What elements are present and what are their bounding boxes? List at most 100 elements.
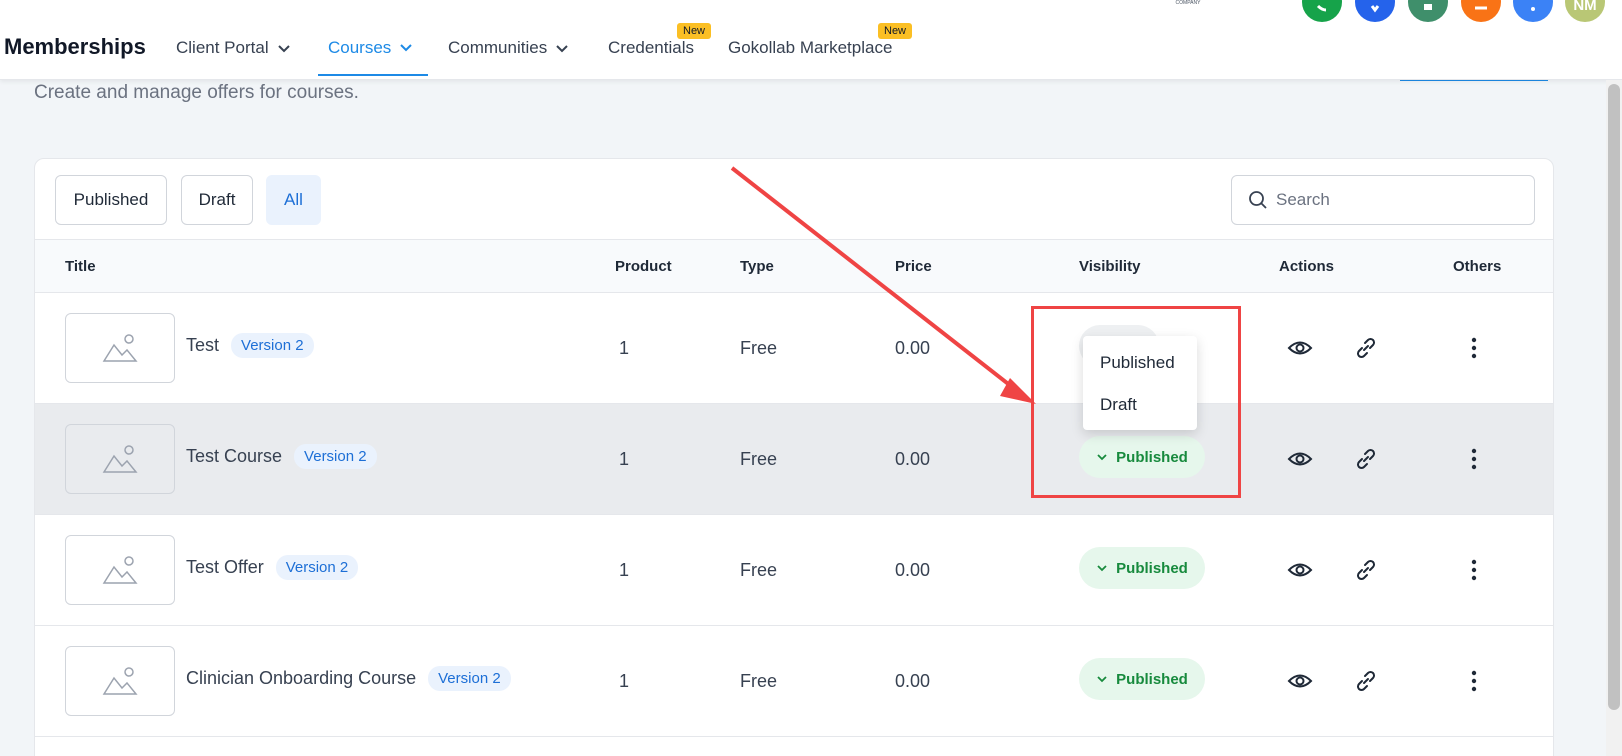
course-title[interactable]: Clinician Onboarding Course: [186, 668, 416, 689]
course-price: 0.00: [895, 560, 931, 580]
visibility-status-label: Published: [1116, 559, 1188, 577]
course-type: Free: [740, 338, 778, 358]
nav-client-portal-label: Client Portal: [176, 38, 269, 57]
table-header: Title Product Type Price Visibility Acti…: [35, 239, 1553, 293]
version-badge: Version 2: [294, 444, 377, 469]
column-actions: Actions: [1279, 258, 1335, 275]
course-thumbnail: [65, 424, 175, 494]
image-placeholder-icon: [102, 445, 138, 473]
page-brand-title: Memberships: [4, 34, 146, 59]
product-count: 1: [619, 449, 630, 469]
version-badge: Version 2: [231, 333, 314, 358]
image-placeholder-icon: [102, 556, 138, 584]
table-row[interactable]: Test Offer Version 2 1 Free 0.00 Publish…: [35, 515, 1553, 626]
more-options-icon[interactable]: [1461, 446, 1487, 472]
dropdown-option-published[interactable]: Published: [1083, 342, 1197, 384]
nav-gokollab-marketplace[interactable]: Gokollab Marketplace: [728, 38, 892, 58]
page-subtitle: Create and manage offers for courses.: [34, 82, 359, 103]
image-placeholder-icon: [102, 667, 138, 695]
table-row[interactable]: Clinician Onboarding Course Version 2 1 …: [35, 626, 1553, 737]
course-price: 0.00: [895, 449, 931, 469]
course-title-cell: Test Version 2: [186, 333, 314, 358]
megaphone-icon[interactable]: [1408, 0, 1448, 22]
column-price: Price: [895, 258, 932, 275]
chevron-down-icon: [1097, 565, 1107, 572]
course-type: Free: [740, 671, 778, 691]
filter-all-button[interactable]: All: [266, 175, 321, 225]
column-title: Title: [65, 258, 96, 275]
version-badge: Version 2: [428, 666, 511, 691]
course-thumbnail: [65, 313, 175, 383]
phone-icon[interactable]: [1302, 0, 1342, 22]
course-title[interactable]: Test Offer: [186, 557, 264, 578]
image-placeholder-icon: [102, 334, 138, 362]
column-visibility: Visibility: [1079, 258, 1141, 275]
link-icon[interactable]: [1353, 668, 1379, 694]
new-badge: New: [878, 23, 913, 39]
course-price: 0.00: [895, 338, 931, 358]
eye-icon[interactable]: [1287, 446, 1313, 472]
link-icon[interactable]: [1353, 446, 1379, 472]
chevron-down-icon: [400, 44, 413, 52]
visibility-dropdown-button[interactable]: Published: [1079, 436, 1205, 478]
eye-icon[interactable]: [1287, 557, 1313, 583]
table-row[interactable]: Test Version 2 1 Free 0.00: [35, 293, 1553, 404]
course-title[interactable]: Test Course: [186, 446, 282, 467]
nav-credentials[interactable]: Credentials: [608, 38, 694, 58]
product-count: 1: [619, 338, 630, 358]
chevron-down-icon: [1097, 676, 1107, 683]
table-row[interactable]: Test Course Version 2 1 Free 0.00 Publis…: [35, 404, 1553, 515]
column-others: Others: [1453, 258, 1502, 275]
search-input[interactable]: [1276, 190, 1516, 210]
bell-icon[interactable]: [1461, 0, 1501, 22]
course-type: Free: [740, 560, 778, 580]
course-title-cell: Clinician Onboarding Course Version 2: [186, 666, 511, 691]
new-badge: New: [677, 23, 712, 39]
avatar[interactable]: NM: [1565, 0, 1605, 22]
nav-courses-label: Courses: [328, 38, 392, 57]
eye-icon[interactable]: [1287, 335, 1313, 361]
scrollbar-thumb[interactable]: [1608, 84, 1620, 710]
nav-credentials-label: Credentials: [608, 38, 694, 57]
link-icon[interactable]: [1353, 335, 1379, 361]
chevron-down-icon: [277, 45, 290, 53]
filter-draft-button[interactable]: Draft: [181, 175, 253, 225]
nav-communities[interactable]: Communities: [448, 38, 569, 58]
course-price: 0.00: [895, 671, 931, 691]
visibility-dropdown-menu: Published Draft: [1083, 336, 1197, 430]
more-options-icon[interactable]: [1461, 557, 1487, 583]
more-options-icon[interactable]: [1461, 335, 1487, 361]
version-badge: Version 2: [275, 555, 359, 580]
chevron-down-icon: [1097, 454, 1107, 461]
course-title-cell: Test Offer Version 2: [186, 555, 359, 580]
visibility-dropdown-button[interactable]: Published: [1079, 547, 1205, 589]
search-icon: [1249, 191, 1267, 209]
course-title-cell: Test Course Version 2: [186, 444, 377, 469]
more-options-icon[interactable]: [1461, 668, 1487, 694]
nav-client-portal[interactable]: Client Portal: [176, 38, 291, 58]
nav-marketplace-label: Gokollab Marketplace: [728, 38, 893, 57]
search-box[interactable]: [1231, 175, 1535, 225]
filter-published-button[interactable]: Published: [55, 175, 167, 225]
link-icon[interactable]: [1353, 557, 1379, 583]
top-nav-bar: Memberships Client Portal Courses Commun…: [0, 0, 1622, 80]
visibility-dropdown-button[interactable]: Published: [1079, 658, 1205, 700]
nav-communities-label: Communities: [448, 38, 548, 57]
course-title[interactable]: Test: [186, 335, 219, 356]
product-count: 1: [619, 560, 630, 580]
nav-active-indicator: [318, 74, 428, 76]
chevron-down-icon: [556, 45, 568, 53]
sparkle-icon[interactable]: [1355, 0, 1395, 22]
column-type: Type: [740, 258, 774, 275]
help-icon[interactable]: [1513, 0, 1553, 22]
column-product: Product: [615, 258, 672, 275]
course-thumbnail: [65, 646, 175, 716]
dropdown-option-draft[interactable]: Draft: [1083, 384, 1197, 426]
visibility-status-label: Published: [1116, 448, 1188, 466]
product-count: 1: [619, 671, 630, 691]
course-type: Free: [740, 449, 778, 469]
offers-table-card: Published Draft All Title Product Type P…: [34, 158, 1554, 756]
company-logo: COMPANY: [1175, 0, 1201, 6]
nav-courses[interactable]: Courses: [328, 38, 413, 58]
eye-icon[interactable]: [1287, 668, 1313, 694]
